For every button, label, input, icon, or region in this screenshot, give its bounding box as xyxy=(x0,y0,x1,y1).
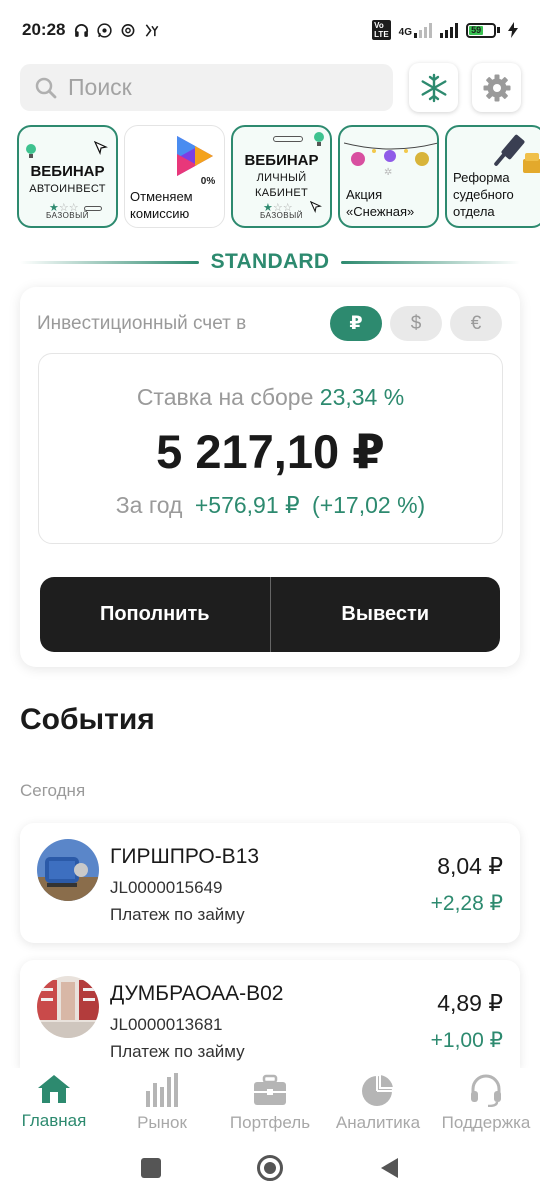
story-webinar-cabinet[interactable]: ВЕБИНАР ЛИЧНЫЙ КАБИНЕТ ★☆☆ БАЗОВЫЙ xyxy=(231,125,332,228)
cursor-icon xyxy=(94,141,108,155)
nav-item-analytics[interactable]: Аналитика xyxy=(324,1068,432,1136)
briefcase-icon xyxy=(254,1074,286,1105)
gamepad-icon xyxy=(122,23,135,37)
currency-eur-button[interactable]: € xyxy=(450,306,502,341)
signal-bars-icon-2 xyxy=(440,22,458,38)
market-bars-icon xyxy=(146,1073,178,1107)
recents-square-icon[interactable] xyxy=(141,1158,161,1178)
story-subtitle: ЛИЧНЫЙ КАБИНЕТ xyxy=(255,172,308,199)
nav-label: Портфель xyxy=(229,1113,311,1132)
event-borrower-name: ГИРШПРО-В13 xyxy=(110,845,260,868)
home-icon xyxy=(38,1075,70,1103)
event-card[interactable]: ГИРШПРО-В13 JL0000015649 Платеж по займу… xyxy=(20,823,520,943)
story-title: ВЕБИНАР xyxy=(30,163,105,180)
charging-bolt-icon xyxy=(508,22,518,38)
year-label: За год xyxy=(115,492,183,518)
story-subtitle: АВТОИНВЕСТ xyxy=(29,183,106,195)
back-triangle-icon[interactable] xyxy=(379,1157,399,1179)
nav-label: Главная xyxy=(21,1111,87,1130)
toggle-pill-icon xyxy=(273,136,303,142)
whatsapp-icon xyxy=(97,22,113,38)
balance-panel: Ставка на сборе 23,34 % 5 217,10 ₽ За го… xyxy=(38,353,503,544)
home-circle-icon[interactable] xyxy=(256,1154,284,1182)
rate-line: Ставка на сборе 23,34 % xyxy=(39,384,502,411)
events-group-label: Сегодня xyxy=(20,781,86,800)
currency-usd-button[interactable]: $ xyxy=(390,306,442,341)
balance-amount: 5 217,10 ₽ xyxy=(156,425,385,478)
account-actions: Пополнить Вывести xyxy=(40,577,500,652)
event-amount: 4,89 ₽ xyxy=(437,990,503,1016)
account-heading: Инвестиционный счет в xyxy=(37,313,247,334)
account-card: Инвестиционный счет в ₽ $ € Ставка на сб… xyxy=(20,287,520,667)
story-title: ВЕБИНАР xyxy=(244,152,319,169)
system-indicators: Vo LTE 4G 59 xyxy=(372,20,518,40)
network-type: 4G xyxy=(398,27,412,38)
story-caption: Отменяем комиссию xyxy=(130,189,193,221)
event-card[interactable]: ДУМБРАОАА-В02 JL0000013681 Платеж по зай… xyxy=(20,960,520,1068)
search-input[interactable] xyxy=(68,74,368,101)
battery-icon: 59 xyxy=(466,22,500,38)
tier-divider: STANDARD xyxy=(20,250,521,274)
snowflake-icon xyxy=(421,73,446,102)
nav-label: Аналитика xyxy=(335,1113,421,1132)
borrower-avatar xyxy=(37,839,99,901)
status-bar: 20:28 Vo LTE 4G 59 xyxy=(0,0,540,60)
year-change-percent: (+17,02 %) xyxy=(312,492,426,518)
tier-label: STANDARD xyxy=(210,250,330,273)
story-level: БАЗОВЫЙ xyxy=(46,211,89,220)
story-webinar-autoinvest[interactable]: ВЕБИНАР АВТОИНВЕСТ ★☆☆ БАЗОВЫЙ xyxy=(17,125,118,228)
withdraw-button[interactable]: Вывести xyxy=(271,577,501,652)
system-navigation-bar xyxy=(0,1136,540,1200)
nav-item-support[interactable]: Поддержка xyxy=(432,1068,540,1136)
search-icon xyxy=(35,77,57,98)
settings-button[interactable] xyxy=(472,63,521,112)
story-caption: Реформа судебного отдела xyxy=(453,170,514,219)
year-change-line: За год +576,91 ₽ (+17,02 %) xyxy=(39,492,502,519)
year-change-amount: +576,91 ₽ xyxy=(194,492,300,518)
stories-carousel[interactable]: ВЕБИНАР АВТОИНВЕСТ ★☆☆ БАЗОВЫЙ 0% Отменя… xyxy=(17,125,540,230)
event-type: Платеж по займу xyxy=(110,1042,245,1061)
nav-item-market[interactable]: Рынок xyxy=(108,1068,216,1136)
borrower-avatar xyxy=(37,976,99,1038)
ornaments-icon: ✲ xyxy=(344,142,437,177)
lightbulb-icon xyxy=(26,144,36,158)
volte-icon: Vo LTE xyxy=(372,20,391,40)
svg-text:✲: ✲ xyxy=(384,167,392,177)
currency-rub-button[interactable]: ₽ xyxy=(330,306,382,341)
story-court-reform[interactable]: Реформа судебного отдела xyxy=(445,125,540,228)
story-caption: Акция «Снежная» xyxy=(346,187,415,219)
nav-item-home[interactable]: Главная xyxy=(0,1068,108,1136)
event-amount: 8,04 ₽ xyxy=(437,853,503,879)
gear-icon xyxy=(483,74,510,101)
headset-icon xyxy=(471,1074,501,1107)
nav-label: Поддержка xyxy=(441,1113,531,1132)
pie-chart-icon xyxy=(362,1073,396,1106)
rate-label: Ставка на сборе xyxy=(136,384,314,410)
story-level: БАЗОВЫЙ xyxy=(260,211,303,220)
signal-bars-icon xyxy=(414,22,432,38)
rate-value: 23,34 % xyxy=(319,384,405,410)
event-loan-code: JL0000013681 xyxy=(110,1015,223,1034)
headphones-icon xyxy=(75,23,89,37)
event-profit: +1,00 ₽ xyxy=(430,1029,503,1052)
events-title: События xyxy=(20,703,155,736)
story-snow-promo[interactable]: ✲ Акция «Снежная» xyxy=(338,125,439,228)
battery-level: 59 xyxy=(469,25,484,35)
event-profit: +2,28 ₽ xyxy=(430,892,503,915)
lightbulb-icon xyxy=(314,132,324,146)
bottom-nav: Главная Рынок Портфель Аналитика Поддерж… xyxy=(0,1068,540,1136)
event-loan-code: JL0000015649 xyxy=(110,878,223,897)
nav-label: Рынок xyxy=(137,1113,187,1132)
notification-icons xyxy=(73,22,161,39)
nav-item-portfolio[interactable]: Портфель xyxy=(216,1068,324,1136)
freeze-button[interactable] xyxy=(409,63,458,112)
event-type: Платеж по займу xyxy=(110,905,245,924)
deposit-button[interactable]: Пополнить xyxy=(40,577,270,652)
search-bar[interactable] xyxy=(20,64,393,111)
status-time: 20:28 xyxy=(22,20,66,39)
event-borrower-name: ДУМБРАОАА-В02 xyxy=(110,982,284,1005)
story-cancel-commission[interactable]: 0% Отменяем комиссию xyxy=(124,125,225,228)
star-person-icon xyxy=(146,23,159,37)
